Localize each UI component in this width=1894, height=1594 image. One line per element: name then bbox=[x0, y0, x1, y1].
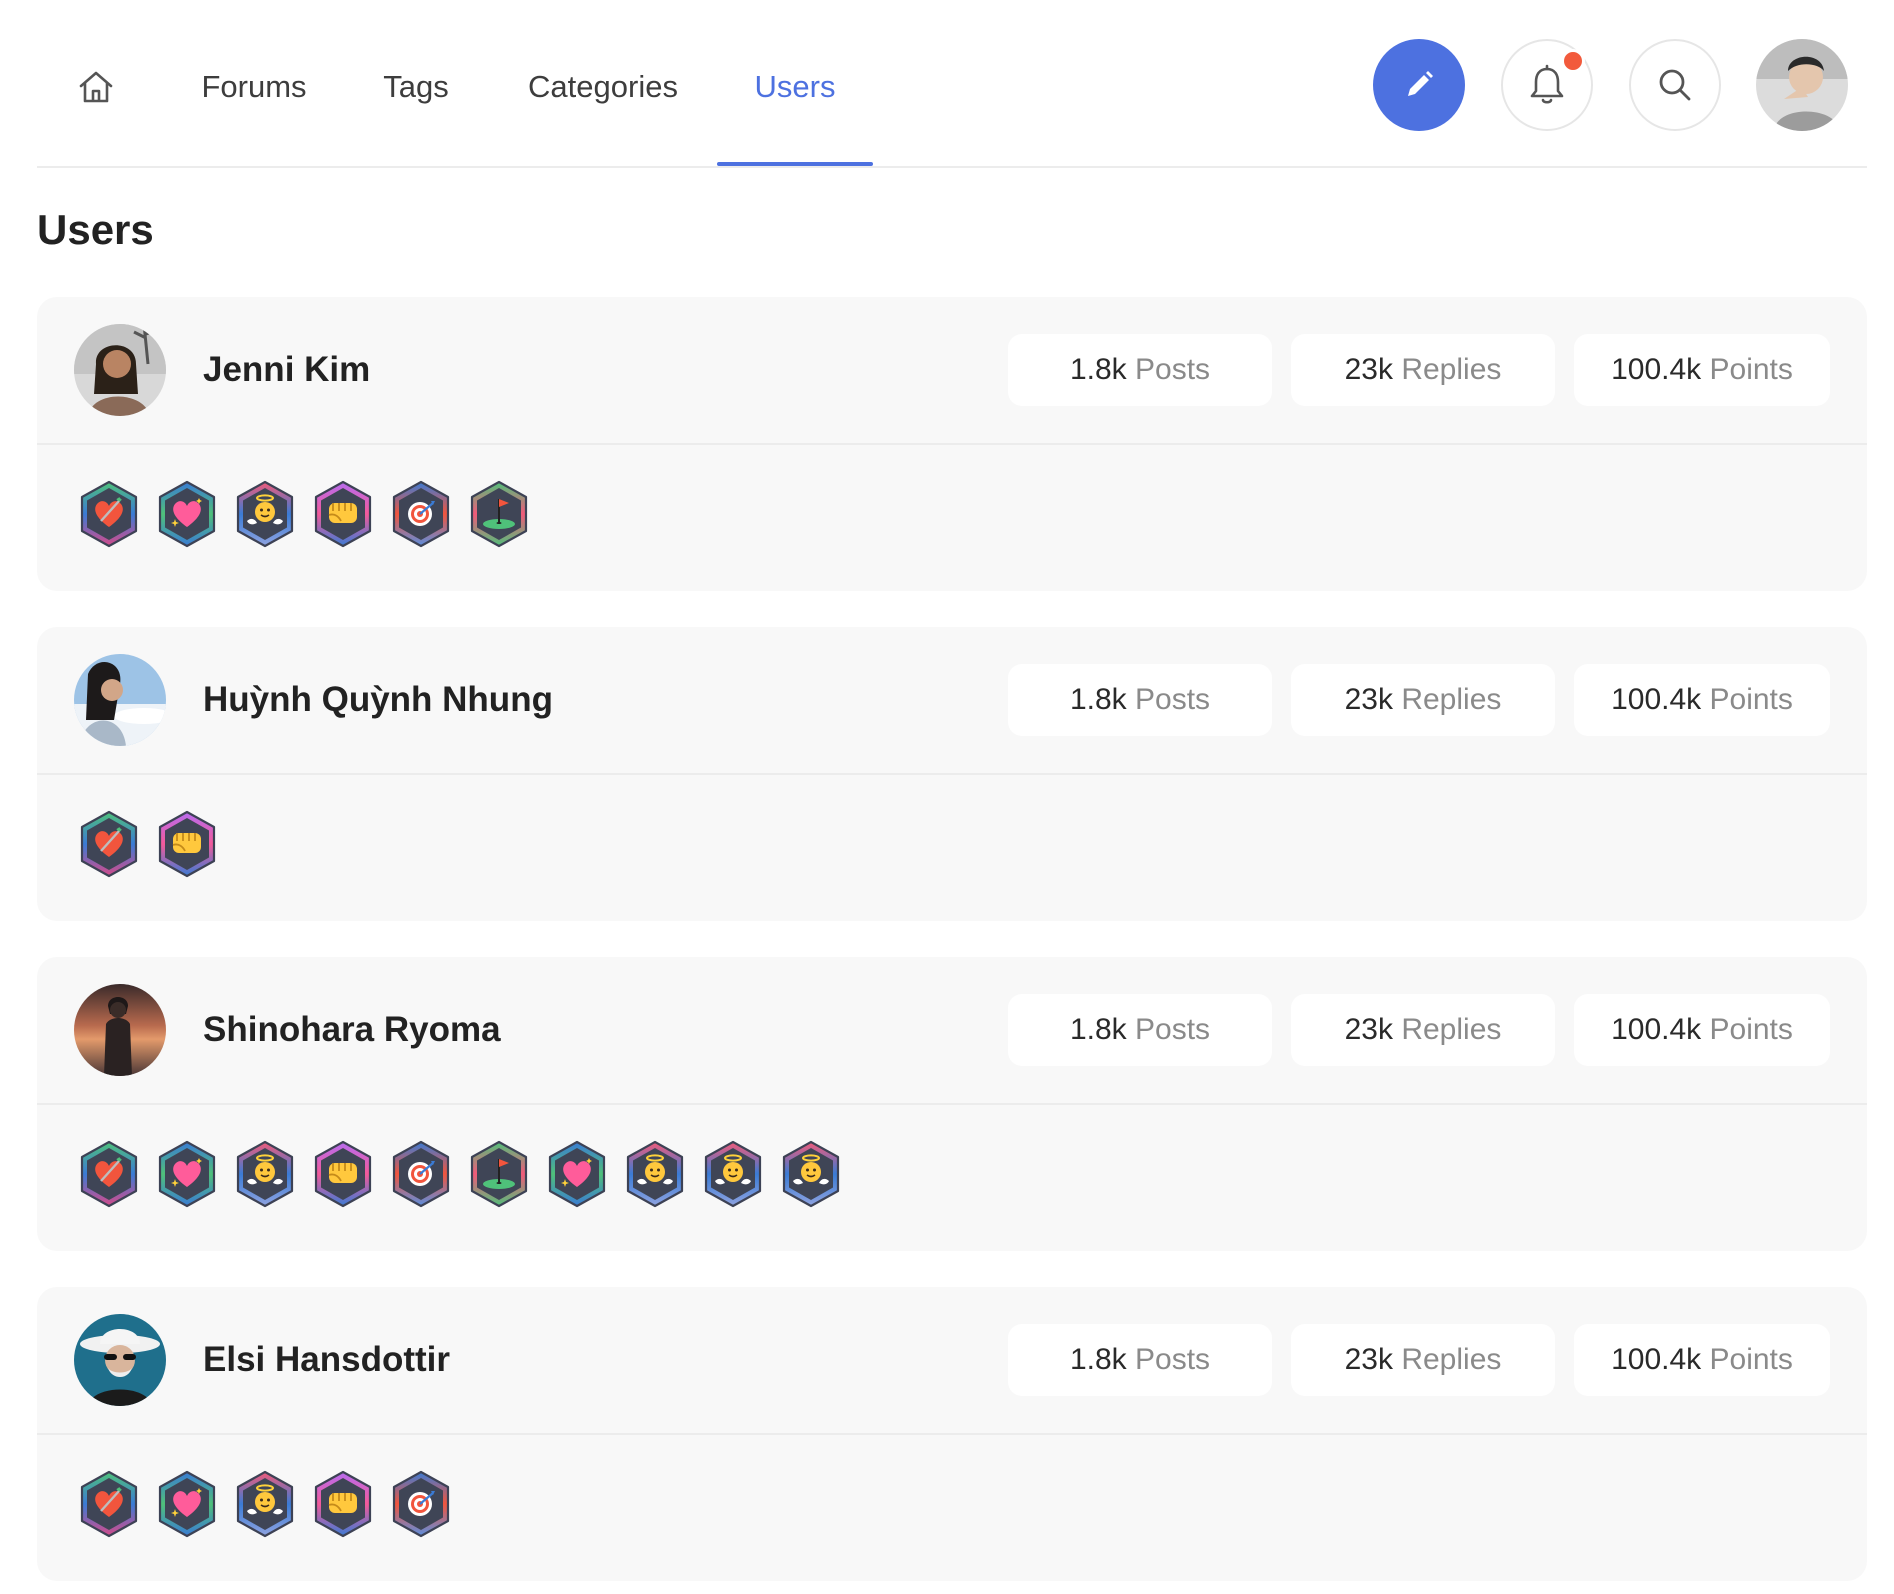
badge-fist-icon[interactable] bbox=[311, 1139, 375, 1209]
badge-target-icon[interactable] bbox=[389, 1139, 453, 1209]
posts-count: 1.8k bbox=[1069, 1013, 1127, 1046]
current-user-avatar[interactable] bbox=[1756, 39, 1848, 131]
badge-sparkle-heart-icon[interactable] bbox=[155, 1139, 219, 1209]
badge-list bbox=[77, 1139, 843, 1209]
replies-count: 23k bbox=[1344, 683, 1393, 716]
badge-list bbox=[77, 479, 531, 549]
badge-fist-icon[interactable] bbox=[311, 1469, 375, 1539]
badge-target-icon[interactable] bbox=[389, 479, 453, 549]
page-title: Users bbox=[37, 206, 154, 253]
badge-sparkle-heart-icon[interactable] bbox=[155, 1469, 219, 1539]
top-navigation-bar: Forums Tags Categories Users bbox=[37, 0, 1867, 168]
user-card-header: Huỳnh Quỳnh Nhung 1.8k Posts 23k Replies… bbox=[37, 627, 1867, 775]
posts-stat: 1.8k Posts bbox=[1008, 334, 1272, 406]
home-icon bbox=[79, 71, 113, 103]
posts-stat: 1.8k Posts bbox=[1008, 994, 1272, 1066]
replies-stat: 23k Replies bbox=[1291, 664, 1555, 736]
points-stat: 100.4k Points bbox=[1574, 1324, 1830, 1396]
compose-button[interactable] bbox=[1373, 39, 1465, 131]
badge-golf-flag-icon[interactable] bbox=[467, 1139, 531, 1209]
badge-angel-icon[interactable] bbox=[623, 1139, 687, 1209]
posts-stat: 1.8k Posts bbox=[1008, 664, 1272, 736]
replies-stat: 23k Replies bbox=[1291, 334, 1555, 406]
badge-list bbox=[77, 809, 219, 879]
search-icon bbox=[1659, 69, 1691, 101]
posts-label: Posts bbox=[1135, 683, 1211, 716]
badge-target-icon[interactable] bbox=[389, 1469, 453, 1539]
posts-label: Posts bbox=[1135, 1013, 1211, 1046]
points-count: 100.4k bbox=[1611, 1343, 1702, 1376]
user-card-header: Shinohara Ryoma 1.8k Posts 23k Replies 1… bbox=[37, 957, 1867, 1105]
home-button[interactable] bbox=[69, 62, 123, 112]
posts-count: 1.8k bbox=[1069, 353, 1127, 386]
points-label: Points bbox=[1709, 1343, 1793, 1376]
user-avatar[interactable] bbox=[74, 984, 166, 1076]
badge-angel-icon[interactable] bbox=[701, 1139, 765, 1209]
nav-tags[interactable]: Tags bbox=[374, 62, 458, 112]
user-card: Elsi Hansdottir 1.8k Posts 23k Replies 1… bbox=[37, 1287, 1867, 1581]
replies-label: Replies bbox=[1401, 1013, 1502, 1046]
notifications-button[interactable] bbox=[1501, 39, 1593, 131]
user-card-header: Elsi Hansdottir 1.8k Posts 23k Replies 1… bbox=[37, 1287, 1867, 1435]
badge-fist-icon[interactable] bbox=[311, 479, 375, 549]
points-stat: 100.4k Points bbox=[1574, 664, 1830, 736]
user-avatar[interactable] bbox=[74, 1314, 166, 1406]
posts-label: Posts bbox=[1135, 1343, 1211, 1376]
user-name[interactable]: Shinohara Ryoma bbox=[203, 1005, 501, 1055]
bell-icon bbox=[1530, 64, 1564, 104]
badge-angel-icon[interactable] bbox=[233, 1469, 297, 1539]
badge-angel-icon[interactable] bbox=[233, 479, 297, 549]
points-count: 100.4k bbox=[1611, 683, 1702, 716]
posts-count: 1.8k bbox=[1069, 1343, 1127, 1376]
replies-label: Replies bbox=[1401, 1343, 1502, 1376]
pencil-icon bbox=[1408, 71, 1433, 96]
points-label: Points bbox=[1709, 1013, 1793, 1046]
active-tab-indicator bbox=[717, 162, 873, 166]
users-page: Forums Tags Categories Users Users Jenni… bbox=[0, 0, 1894, 1594]
badge-heart-arrow-icon[interactable] bbox=[77, 479, 141, 549]
points-label: Points bbox=[1709, 683, 1793, 716]
user-avatar[interactable] bbox=[74, 324, 166, 416]
replies-count: 23k bbox=[1344, 1343, 1393, 1376]
replies-stat: 23k Replies bbox=[1291, 994, 1555, 1066]
badge-heart-arrow-icon[interactable] bbox=[77, 1469, 141, 1539]
posts-stat: 1.8k Posts bbox=[1008, 1324, 1272, 1396]
points-stat: 100.4k Points bbox=[1574, 994, 1830, 1066]
badge-sparkle-heart-icon[interactable] bbox=[155, 479, 219, 549]
points-stat: 100.4k Points bbox=[1574, 334, 1830, 406]
badge-angel-icon[interactable] bbox=[779, 1139, 843, 1209]
badge-list bbox=[77, 1469, 453, 1539]
replies-count: 23k bbox=[1344, 1013, 1393, 1046]
badge-heart-arrow-icon[interactable] bbox=[77, 1139, 141, 1209]
badge-golf-flag-icon[interactable] bbox=[467, 479, 531, 549]
nav-forums[interactable]: Forums bbox=[199, 62, 309, 112]
nav-users[interactable]: Users bbox=[737, 62, 853, 112]
points-count: 100.4k bbox=[1611, 353, 1702, 386]
notification-dot bbox=[1561, 49, 1585, 73]
user-card: Huỳnh Quỳnh Nhung 1.8k Posts 23k Replies… bbox=[37, 627, 1867, 921]
badge-sparkle-heart-icon[interactable] bbox=[545, 1139, 609, 1209]
replies-count: 23k bbox=[1344, 353, 1393, 386]
user-card: Jenni Kim 1.8k Posts 23k Replies 100.4k … bbox=[37, 297, 1867, 591]
user-avatar[interactable] bbox=[74, 654, 166, 746]
posts-count: 1.8k bbox=[1069, 683, 1127, 716]
search-button[interactable] bbox=[1629, 39, 1721, 131]
points-count: 100.4k bbox=[1611, 1013, 1702, 1046]
posts-label: Posts bbox=[1135, 353, 1211, 386]
user-name[interactable]: Jenni Kim bbox=[203, 345, 370, 395]
nav-categories[interactable]: Categories bbox=[523, 62, 683, 112]
replies-label: Replies bbox=[1401, 683, 1502, 716]
user-name[interactable]: Huỳnh Quỳnh Nhung bbox=[203, 675, 553, 725]
badge-fist-icon[interactable] bbox=[155, 809, 219, 879]
replies-stat: 23k Replies bbox=[1291, 1324, 1555, 1396]
user-name[interactable]: Elsi Hansdottir bbox=[203, 1335, 450, 1385]
badge-heart-arrow-icon[interactable] bbox=[77, 809, 141, 879]
user-card-header: Jenni Kim 1.8k Posts 23k Replies 100.4k … bbox=[37, 297, 1867, 445]
replies-label: Replies bbox=[1401, 353, 1502, 386]
points-label: Points bbox=[1709, 353, 1793, 386]
user-card: Shinohara Ryoma 1.8k Posts 23k Replies 1… bbox=[37, 957, 1867, 1251]
badge-angel-icon[interactable] bbox=[233, 1139, 297, 1209]
